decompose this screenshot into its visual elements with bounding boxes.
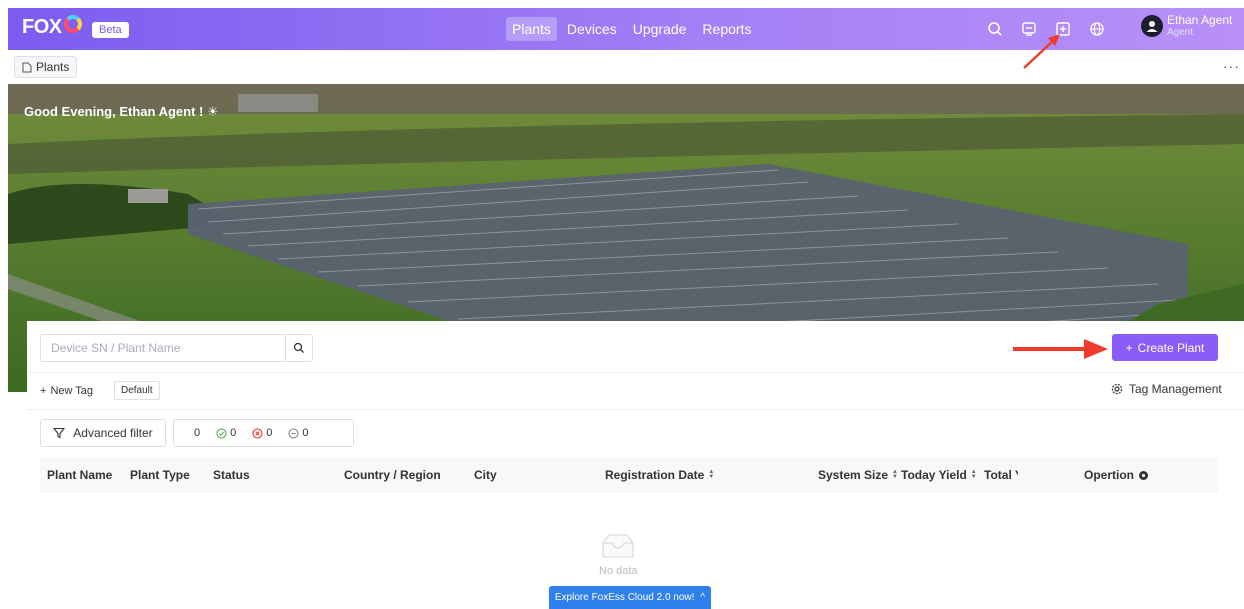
- chevron-up-icon: ^: [700, 592, 706, 603]
- filter-icon: [53, 427, 66, 439]
- document-icon: [22, 62, 32, 72]
- nav-upgrade[interactable]: Upgrade: [627, 17, 693, 41]
- check-circle-icon: [216, 427, 227, 439]
- col-operation: Opertion: [1084, 457, 1149, 493]
- system-size-label: System Size: [818, 468, 889, 482]
- col-plant-name: Plant Name: [47, 468, 113, 482]
- sort-icon: ▲ ▼: [708, 469, 715, 480]
- gear-icon: [1111, 383, 1123, 395]
- user-info: Ethan Agent Agent: [1167, 13, 1233, 39]
- search-icon[interactable]: [978, 15, 1012, 43]
- nav-devices[interactable]: Devices: [561, 17, 623, 41]
- logo-ring-icon: [63, 14, 82, 33]
- total-count[interactable]: 0: [194, 427, 200, 439]
- empty-state: No data: [599, 533, 638, 577]
- new-tag-button[interactable]: + New Tag: [40, 382, 93, 400]
- more-options-icon[interactable]: ···: [1223, 58, 1240, 74]
- advanced-filter-label: Advanced filter: [73, 426, 153, 440]
- plus-icon: +: [1125, 340, 1133, 355]
- advanced-filter-button[interactable]: Advanced filter: [40, 419, 166, 447]
- tag-management-button[interactable]: Tag Management: [1111, 382, 1222, 396]
- col-total-yield: Total Y: [984, 468, 1018, 482]
- default-tag[interactable]: Default: [114, 381, 160, 400]
- user-role: Agent: [1167, 27, 1194, 38]
- create-plant-label: Create Plant: [1137, 340, 1205, 355]
- table-header: Plant Name Plant Type Status Country / R…: [40, 457, 1218, 493]
- new-tag-label: New Tag: [50, 385, 94, 397]
- app-root: FOX Beta Plants Devices Upgrade Reports: [0, 0, 1244, 609]
- offline-count-value: 0: [302, 427, 309, 439]
- greeting-text: Good Evening, Ethan Agent ! ☀: [24, 104, 219, 119]
- breadcrumb-label: Plants: [36, 60, 70, 74]
- x-circle-icon: [252, 427, 263, 439]
- today-yield-label: Today Yield: [901, 468, 967, 482]
- add-box-icon[interactable]: [1046, 15, 1080, 43]
- search-input[interactable]: Device SN / Plant Name: [40, 334, 285, 362]
- col-status: Status: [213, 468, 250, 482]
- beta-badge: Beta: [92, 22, 129, 38]
- registration-date-label: Registration Date: [605, 468, 705, 482]
- logo-text: FOX: [22, 16, 62, 38]
- search-button[interactable]: [285, 334, 313, 362]
- gear-icon[interactable]: [1138, 470, 1149, 481]
- total-count-value: 0: [194, 427, 201, 439]
- header-icons: [978, 8, 1114, 50]
- explore-banner-button[interactable]: Explore FoxEss Cloud 2.0 now! ^: [549, 586, 711, 609]
- sort-icon: ▲ ▼: [970, 469, 977, 480]
- col-plant-type: Plant Type: [130, 468, 190, 482]
- nav-plants[interactable]: Plants: [506, 17, 557, 41]
- minus-circle-icon: [288, 427, 299, 439]
- plants-card: Device SN / Plant Name + Create Plant + …: [27, 321, 1244, 609]
- col-system-size[interactable]: System Size ▲ ▼: [818, 457, 898, 493]
- empty-state-text: No data: [599, 565, 638, 577]
- plus-icon: +: [40, 385, 47, 397]
- user-menu[interactable]: Ethan Agent Agent: [1141, 14, 1232, 38]
- avatar: [1141, 15, 1163, 37]
- sort-icon: ▲ ▼: [892, 469, 898, 480]
- divider: [27, 372, 1244, 373]
- search-icon: [293, 342, 304, 353]
- tag-management-label: Tag Management: [1129, 382, 1222, 396]
- col-country-region: Country / Region: [344, 468, 441, 482]
- empty-inbox-icon: [602, 534, 634, 558]
- breadcrumb-tab-plants[interactable]: Plants: [14, 56, 78, 78]
- fox-logo[interactable]: FOX: [22, 14, 82, 39]
- create-plant-button[interactable]: + Create Plant: [1112, 334, 1218, 361]
- breadcrumb-bar: Plants ···: [8, 50, 1244, 84]
- globe-icon[interactable]: [1080, 15, 1114, 43]
- user-name: Ethan Agent: [1167, 13, 1233, 27]
- main-nav: Plants Devices Upgrade Reports: [506, 8, 757, 50]
- message-icon[interactable]: [1012, 15, 1046, 43]
- explore-label: Explore FoxEss Cloud 2.0 now!: [554, 592, 695, 603]
- status-counts: 0 0 0 0: [173, 419, 354, 447]
- fault-count-value: 0: [266, 427, 273, 439]
- divider: [27, 409, 1244, 410]
- normal-count[interactable]: 0: [216, 427, 236, 439]
- top-header: FOX Beta Plants Devices Upgrade Reports: [8, 8, 1244, 50]
- col-registration-date[interactable]: Registration Date ▲ ▼: [605, 457, 714, 493]
- nav-reports[interactable]: Reports: [696, 17, 757, 41]
- fault-count[interactable]: 0: [252, 427, 272, 439]
- normal-count-value: 0: [230, 427, 237, 439]
- col-today-yield[interactable]: Today Yield ▲ ▼: [901, 457, 977, 493]
- operation-label: Opertion: [1084, 468, 1134, 482]
- col-city: City: [474, 468, 497, 482]
- offline-count[interactable]: 0: [288, 427, 309, 439]
